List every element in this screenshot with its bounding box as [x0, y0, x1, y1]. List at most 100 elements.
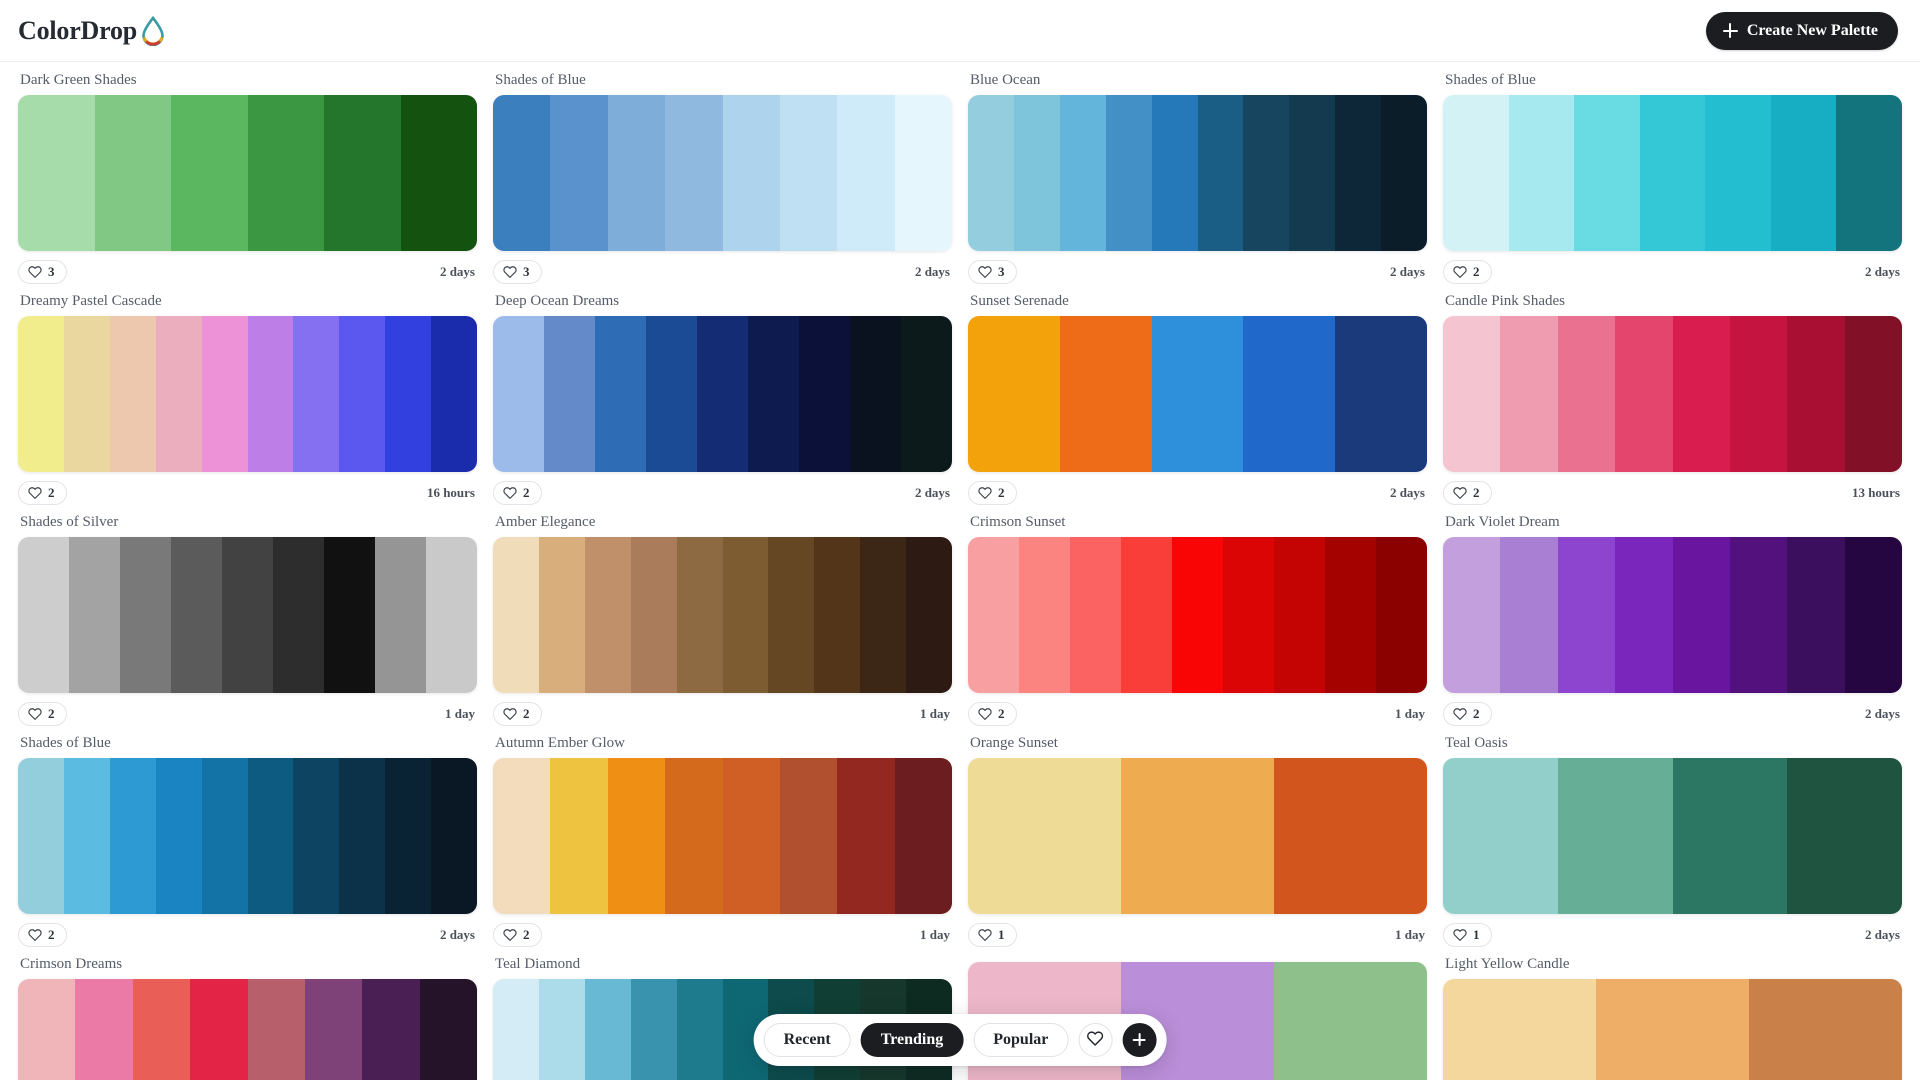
color-swatch[interactable]	[63, 758, 110, 914]
color-swatch[interactable]	[676, 537, 723, 693]
like-button[interactable]: 2	[18, 702, 67, 726]
color-swatch[interactable]	[18, 979, 76, 1080]
palette-card[interactable]: Sunset Serenade 2 2 days	[968, 293, 1427, 505]
color-swatch[interactable]	[1749, 979, 1902, 1080]
color-swatch[interactable]	[1844, 316, 1902, 472]
color-swatch[interactable]	[493, 95, 551, 251]
color-swatch[interactable]	[1787, 758, 1902, 914]
palette-swatches[interactable]	[1443, 95, 1902, 251]
color-swatch[interactable]	[1574, 95, 1640, 251]
color-swatch[interactable]	[748, 316, 799, 472]
color-swatch[interactable]	[1381, 95, 1427, 251]
color-swatch[interactable]	[1243, 316, 1336, 472]
color-swatch[interactable]	[550, 758, 608, 914]
color-swatch[interactable]	[1672, 316, 1730, 472]
color-swatch[interactable]	[431, 758, 477, 914]
palette-card[interactable]: Dark Green Shades 3 2 days	[18, 72, 477, 284]
like-button[interactable]: 2	[18, 923, 67, 947]
color-swatch[interactable]	[339, 758, 386, 914]
color-swatch[interactable]	[273, 537, 324, 693]
color-swatch[interactable]	[1639, 95, 1706, 251]
color-swatch[interactable]	[1672, 537, 1730, 693]
color-swatch[interactable]	[247, 758, 294, 914]
color-swatch[interactable]	[18, 95, 95, 251]
color-swatch[interactable]	[69, 537, 120, 693]
color-swatch[interactable]	[665, 95, 723, 251]
palette-swatches[interactable]	[18, 758, 477, 914]
color-swatch[interactable]	[304, 979, 363, 1080]
tab-popular[interactable]: Popular	[973, 1022, 1069, 1057]
color-swatch[interactable]	[722, 537, 769, 693]
color-swatch[interactable]	[1729, 537, 1788, 693]
palette-swatches[interactable]	[1443, 758, 1902, 914]
color-swatch[interactable]	[324, 95, 401, 251]
like-button[interactable]: 3	[493, 260, 542, 284]
color-swatch[interactable]	[646, 316, 697, 472]
color-swatch[interactable]	[665, 758, 723, 914]
color-swatch[interactable]	[1443, 537, 1501, 693]
palette-swatches[interactable]	[493, 95, 952, 251]
palette-swatches[interactable]	[493, 537, 952, 693]
palette-swatches[interactable]	[968, 95, 1427, 251]
color-swatch[interactable]	[1557, 758, 1673, 914]
color-swatch[interactable]	[293, 758, 340, 914]
color-swatch[interactable]	[324, 537, 375, 693]
like-button[interactable]: 1	[1443, 923, 1492, 947]
color-swatch[interactable]	[109, 316, 156, 472]
color-swatch[interactable]	[1376, 537, 1427, 693]
color-swatch[interactable]	[1443, 316, 1501, 472]
color-swatch[interactable]	[697, 316, 748, 472]
color-swatch[interactable]	[109, 758, 156, 914]
color-swatch[interactable]	[860, 537, 907, 693]
color-swatch[interactable]	[1274, 537, 1325, 693]
palette-card[interactable]: Shades of Blue 2 2 days	[1443, 72, 1902, 284]
color-swatch[interactable]	[493, 758, 551, 914]
palette-card[interactable]: Shades of Silver 2 1 day	[18, 514, 477, 726]
like-button[interactable]: 2	[493, 481, 542, 505]
color-swatch[interactable]	[75, 979, 133, 1080]
color-swatch[interactable]	[550, 95, 608, 251]
color-swatch[interactable]	[155, 316, 202, 472]
color-swatch[interactable]	[247, 979, 305, 1080]
color-swatch[interactable]	[18, 316, 64, 472]
color-swatch[interactable]	[676, 979, 723, 1080]
palette-card[interactable]: Blue Ocean 3 2 days	[968, 72, 1427, 284]
color-swatch[interactable]	[584, 537, 631, 693]
color-swatch[interactable]	[814, 537, 861, 693]
color-swatch[interactable]	[1770, 95, 1837, 251]
color-swatch[interactable]	[419, 979, 477, 1080]
favorites-button[interactable]	[1078, 1022, 1113, 1057]
like-button[interactable]: 2	[1443, 702, 1492, 726]
color-swatch[interactable]	[722, 95, 780, 251]
color-swatch[interactable]	[400, 95, 477, 251]
color-swatch[interactable]	[837, 758, 895, 914]
color-swatch[interactable]	[120, 537, 171, 693]
color-swatch[interactable]	[1059, 95, 1106, 251]
color-swatch[interactable]	[779, 95, 838, 251]
color-swatch[interactable]	[1500, 537, 1558, 693]
create-new-palette-button[interactable]: Create New Palette	[1705, 11, 1898, 50]
palette-swatches[interactable]	[18, 95, 477, 251]
color-swatch[interactable]	[1121, 537, 1172, 693]
color-swatch[interactable]	[968, 537, 1019, 693]
color-swatch[interactable]	[201, 758, 248, 914]
palette-swatches[interactable]	[18, 537, 477, 693]
color-swatch[interactable]	[132, 979, 191, 1080]
color-swatch[interactable]	[1151, 95, 1198, 251]
like-button[interactable]: 2	[968, 481, 1017, 505]
palette-card[interactable]: Deep Ocean Dreams 2 2 days	[493, 293, 952, 505]
color-swatch[interactable]	[906, 537, 952, 693]
color-swatch[interactable]	[894, 758, 952, 914]
palette-swatches[interactable]	[968, 758, 1427, 914]
color-swatch[interactable]	[293, 316, 340, 472]
color-swatch[interactable]	[1557, 316, 1616, 472]
like-button[interactable]: 1	[968, 923, 1017, 947]
color-swatch[interactable]	[968, 316, 1060, 472]
color-swatch[interactable]	[1443, 979, 1596, 1080]
color-swatch[interactable]	[1019, 537, 1070, 693]
color-swatch[interactable]	[493, 316, 544, 472]
color-swatch[interactable]	[247, 95, 324, 251]
color-swatch[interactable]	[18, 537, 69, 693]
color-swatch[interactable]	[1223, 537, 1274, 693]
palette-card[interactable]: Autumn Ember Glow 2 1 day	[493, 735, 952, 947]
